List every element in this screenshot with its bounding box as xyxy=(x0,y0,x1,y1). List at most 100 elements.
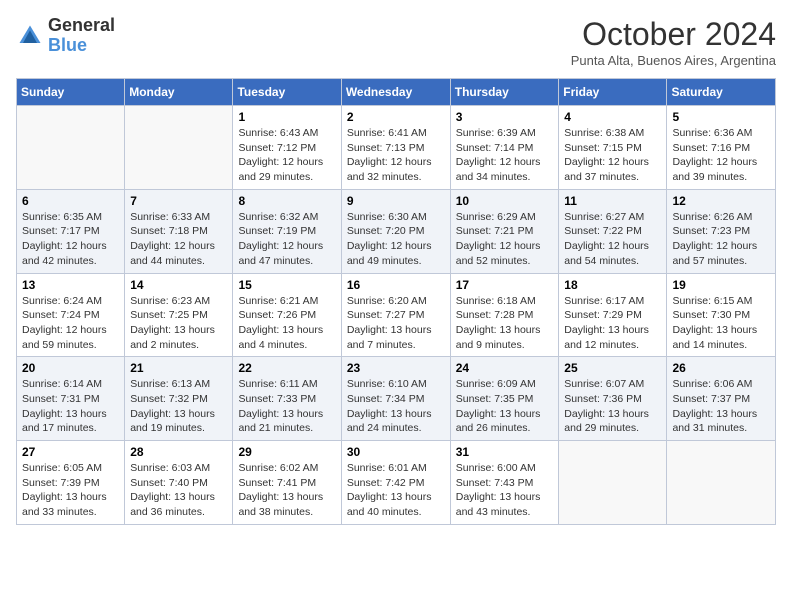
day-info: Sunrise: 6:10 AM Sunset: 7:34 PM Dayligh… xyxy=(347,377,445,436)
calendar-header-tuesday: Tuesday xyxy=(233,79,341,106)
calendar-cell: 26Sunrise: 6:06 AM Sunset: 7:37 PM Dayli… xyxy=(667,357,776,441)
day-number: 30 xyxy=(347,445,445,459)
calendar-cell: 25Sunrise: 6:07 AM Sunset: 7:36 PM Dayli… xyxy=(559,357,667,441)
calendar-cell xyxy=(125,106,233,190)
logo-blue-text: Blue xyxy=(48,36,115,56)
calendar-header-sunday: Sunday xyxy=(17,79,125,106)
calendar-week-row: 13Sunrise: 6:24 AM Sunset: 7:24 PM Dayli… xyxy=(17,273,776,357)
day-info: Sunrise: 6:27 AM Sunset: 7:22 PM Dayligh… xyxy=(564,210,661,269)
title-block: October 2024 Punta Alta, Buenos Aires, A… xyxy=(571,16,776,68)
day-info: Sunrise: 6:09 AM Sunset: 7:35 PM Dayligh… xyxy=(456,377,554,436)
calendar-cell: 29 Sunrise: 6:02 AM Sunset: 7:41 PM Dayli… xyxy=(233,441,341,525)
day-info: Sunrise: 6:01 AM Sunset: 7:42 PM Dayligh… xyxy=(347,461,445,520)
logo-icon xyxy=(16,22,44,50)
calendar-cell: 23 Sunrise: 6:10 AM Sunset: 7:34 PM Dayli… xyxy=(341,357,450,441)
day-info: Sunrise: 6:23 AM Sunset: 7:25 PM Dayligh… xyxy=(130,294,227,353)
calendar-cell xyxy=(667,441,776,525)
day-number: 26 xyxy=(672,361,770,375)
calendar-cell: 10 Sunrise: 6:29 AM Sunset: 7:21 PM Dayli… xyxy=(450,189,559,273)
calendar-header-saturday: Saturday xyxy=(667,79,776,106)
calendar-week-row: 27 Sunrise: 6:05 AM Sunset: 7:39 PM Dayli… xyxy=(17,441,776,525)
calendar-cell: 19Sunrise: 6:15 AM Sunset: 7:30 PM Dayli… xyxy=(667,273,776,357)
day-info: Sunrise: 6:24 AM Sunset: 7:24 PM Dayligh… xyxy=(22,294,119,353)
day-info: Sunrise: 6:43 AM Sunset: 7:12 PM Dayligh… xyxy=(238,126,335,185)
logo-text: General Blue xyxy=(48,16,115,56)
calendar-cell: 5Sunrise: 6:36 AM Sunset: 7:16 PM Daylig… xyxy=(667,106,776,190)
day-number: 10 xyxy=(456,194,554,208)
day-info: Sunrise: 6:13 AM Sunset: 7:32 PM Dayligh… xyxy=(130,377,227,436)
day-info: Sunrise: 6:30 AM Sunset: 7:20 PM Dayligh… xyxy=(347,210,445,269)
calendar-header-thursday: Thursday xyxy=(450,79,559,106)
day-info: Sunrise: 6:21 AM Sunset: 7:26 PM Dayligh… xyxy=(238,294,335,353)
day-number: 21 xyxy=(130,361,227,375)
day-number: 23 xyxy=(347,361,445,375)
day-number: 3 xyxy=(456,110,554,124)
calendar-cell: 11Sunrise: 6:27 AM Sunset: 7:22 PM Dayli… xyxy=(559,189,667,273)
day-info: Sunrise: 6:38 AM Sunset: 7:15 PM Dayligh… xyxy=(564,126,661,185)
day-number: 15 xyxy=(238,278,335,292)
calendar-cell: 9 Sunrise: 6:30 AM Sunset: 7:20 PM Daylig… xyxy=(341,189,450,273)
day-info: Sunrise: 6:05 AM Sunset: 7:39 PM Dayligh… xyxy=(22,461,119,520)
day-number: 2 xyxy=(347,110,445,124)
calendar-cell: 6 Sunrise: 6:35 AM Sunset: 7:17 PM Daylig… xyxy=(17,189,125,273)
day-number: 16 xyxy=(347,278,445,292)
calendar-cell: 4 Sunrise: 6:38 AM Sunset: 7:15 PM Daylig… xyxy=(559,106,667,190)
day-info: Sunrise: 6:41 AM Sunset: 7:13 PM Dayligh… xyxy=(347,126,445,185)
calendar-cell: 14 Sunrise: 6:23 AM Sunset: 7:25 PM Dayli… xyxy=(125,273,233,357)
calendar-cell: 22Sunrise: 6:11 AM Sunset: 7:33 PM Dayli… xyxy=(233,357,341,441)
calendar-cell: 21 Sunrise: 6:13 AM Sunset: 7:32 PM Dayli… xyxy=(125,357,233,441)
calendar-cell: 20 Sunrise: 6:14 AM Sunset: 7:31 PM Dayli… xyxy=(17,357,125,441)
day-info: Sunrise: 6:20 AM Sunset: 7:27 PM Dayligh… xyxy=(347,294,445,353)
day-number: 27 xyxy=(22,445,119,459)
calendar-cell: 31Sunrise: 6:00 AM Sunset: 7:43 PM Dayli… xyxy=(450,441,559,525)
day-number: 28 xyxy=(130,445,227,459)
calendar-table: SundayMondayTuesdayWednesdayThursdayFrid… xyxy=(16,78,776,525)
day-info: Sunrise: 6:07 AM Sunset: 7:36 PM Dayligh… xyxy=(564,377,661,436)
calendar-cell: 24Sunrise: 6:09 AM Sunset: 7:35 PM Dayli… xyxy=(450,357,559,441)
calendar-header-friday: Friday xyxy=(559,79,667,106)
day-number: 17 xyxy=(456,278,554,292)
calendar-cell: 16 Sunrise: 6:20 AM Sunset: 7:27 PM Dayli… xyxy=(341,273,450,357)
day-info: Sunrise: 6:14 AM Sunset: 7:31 PM Dayligh… xyxy=(22,377,119,436)
day-number: 5 xyxy=(672,110,770,124)
calendar-cell: 27 Sunrise: 6:05 AM Sunset: 7:39 PM Dayli… xyxy=(17,441,125,525)
calendar-cell: 3Sunrise: 6:39 AM Sunset: 7:14 PM Daylig… xyxy=(450,106,559,190)
day-info: Sunrise: 6:15 AM Sunset: 7:30 PM Dayligh… xyxy=(672,294,770,353)
calendar-cell: 28 Sunrise: 6:03 AM Sunset: 7:40 PM Dayli… xyxy=(125,441,233,525)
day-info: Sunrise: 6:29 AM Sunset: 7:21 PM Dayligh… xyxy=(456,210,554,269)
page-header: General Blue October 2024 Punta Alta, Bu… xyxy=(16,16,776,68)
location-text: Punta Alta, Buenos Aires, Argentina xyxy=(571,53,776,68)
day-info: Sunrise: 6:03 AM Sunset: 7:40 PM Dayligh… xyxy=(130,461,227,520)
day-number: 18 xyxy=(564,278,661,292)
day-number: 31 xyxy=(456,445,554,459)
calendar-cell: 30 Sunrise: 6:01 AM Sunset: 7:42 PM Dayli… xyxy=(341,441,450,525)
day-number: 6 xyxy=(22,194,119,208)
calendar-cell: 8Sunrise: 6:32 AM Sunset: 7:19 PM Daylig… xyxy=(233,189,341,273)
logo-general-text: General xyxy=(48,16,115,36)
day-info: Sunrise: 6:33 AM Sunset: 7:18 PM Dayligh… xyxy=(130,210,227,269)
day-number: 14 xyxy=(130,278,227,292)
logo: General Blue xyxy=(16,16,115,56)
day-info: Sunrise: 6:17 AM Sunset: 7:29 PM Dayligh… xyxy=(564,294,661,353)
calendar-header-monday: Monday xyxy=(125,79,233,106)
day-number: 29 xyxy=(238,445,335,459)
day-info: Sunrise: 6:18 AM Sunset: 7:28 PM Dayligh… xyxy=(456,294,554,353)
day-number: 4 xyxy=(564,110,661,124)
calendar-cell: 15 Sunrise: 6:21 AM Sunset: 7:26 PM Dayli… xyxy=(233,273,341,357)
calendar-header-row: SundayMondayTuesdayWednesdayThursdayFrid… xyxy=(17,79,776,106)
calendar-cell: 12Sunrise: 6:26 AM Sunset: 7:23 PM Dayli… xyxy=(667,189,776,273)
calendar-header-wednesday: Wednesday xyxy=(341,79,450,106)
calendar-cell: 13Sunrise: 6:24 AM Sunset: 7:24 PM Dayli… xyxy=(17,273,125,357)
calendar-cell: 2 Sunrise: 6:41 AM Sunset: 7:13 PM Daylig… xyxy=(341,106,450,190)
day-info: Sunrise: 6:02 AM Sunset: 7:41 PM Dayligh… xyxy=(238,461,335,520)
day-number: 20 xyxy=(22,361,119,375)
month-title: October 2024 xyxy=(571,16,776,53)
calendar-cell: 18 Sunrise: 6:17 AM Sunset: 7:29 PM Dayli… xyxy=(559,273,667,357)
day-info: Sunrise: 6:11 AM Sunset: 7:33 PM Dayligh… xyxy=(238,377,335,436)
calendar-cell xyxy=(17,106,125,190)
day-number: 12 xyxy=(672,194,770,208)
day-number: 9 xyxy=(347,194,445,208)
day-number: 1 xyxy=(238,110,335,124)
day-info: Sunrise: 6:35 AM Sunset: 7:17 PM Dayligh… xyxy=(22,210,119,269)
calendar-week-row: 1 Sunrise: 6:43 AM Sunset: 7:12 PM Daylig… xyxy=(17,106,776,190)
